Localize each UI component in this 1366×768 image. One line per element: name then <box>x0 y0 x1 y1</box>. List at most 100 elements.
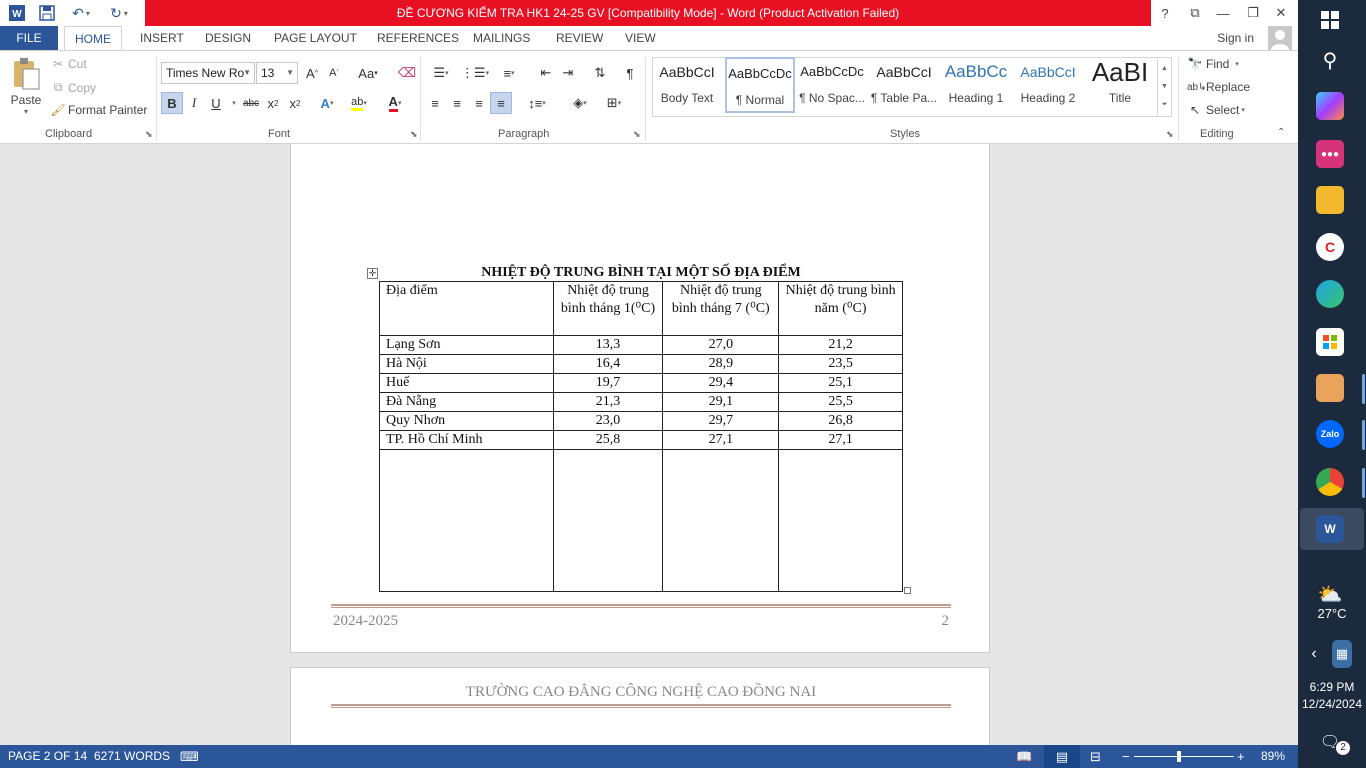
sign-in-link[interactable]: Sign in <box>1217 26 1254 50</box>
store-icon[interactable] <box>1316 328 1344 356</box>
search-icon[interactable]: ⚲ <box>1316 46 1344 74</box>
table-resize-handle[interactable] <box>904 587 911 594</box>
subscript-button[interactable]: x2 <box>262 92 284 114</box>
clipboard-launcher-icon[interactable]: ⬊ <box>145 129 153 140</box>
style-title[interactable]: AaBI Title <box>1085 59 1155 111</box>
table-cell[interactable]: Huế <box>379 373 554 393</box>
chrome-icon[interactable] <box>1316 468 1344 496</box>
strikethrough-button[interactable]: abc <box>240 92 262 114</box>
decrease-indent-icon[interactable]: ⇤ <box>535 62 557 84</box>
font-size-dropdown[interactable]: 13 ▼ <box>256 62 298 84</box>
table-cell[interactable]: 29,7 <box>662 411 780 431</box>
find-button[interactable]: 🔭 Find ▾ <box>1187 57 1239 71</box>
paste-button[interactable]: Paste ▾ <box>8 57 44 116</box>
style-heading-1[interactable]: AaBbCc Heading 1 <box>941 59 1011 111</box>
font-name-dropdown[interactable]: Times New Ro ▼ <box>161 62 255 84</box>
bullets-icon[interactable]: ☰ ▾ <box>426 62 456 84</box>
zoom-level[interactable]: 89% <box>1261 745 1285 768</box>
more-styles-icon[interactable]: ⏷ <box>1162 101 1168 109</box>
tab-view[interactable]: VIEW <box>625 26 656 50</box>
collapse-ribbon-icon[interactable]: ⌃ <box>1277 127 1285 138</box>
style-body-text[interactable]: AaBbCcI Body Text <box>652 59 722 111</box>
chevron-up-icon[interactable]: ▲ <box>1161 65 1168 72</box>
font-launcher-icon[interactable]: ⬊ <box>410 129 418 140</box>
table-cell[interactable]: 16,4 <box>552 354 664 374</box>
styles-launcher-icon[interactable]: ⬊ <box>1166 129 1174 140</box>
header-cell[interactable]: Nhiệt độ trung bình năm (⁰C) <box>778 281 903 336</box>
print-layout-icon[interactable]: ▤ <box>1044 745 1080 768</box>
table-cell-empty[interactable] <box>778 449 903 592</box>
line-spacing-icon[interactable]: ↕≡ ▾ <box>522 92 552 114</box>
chevron-down-icon[interactable]: ▼ <box>1161 83 1168 90</box>
table-cell[interactable]: 27,1 <box>662 430 780 450</box>
align-left-icon[interactable]: ≡ <box>424 92 446 114</box>
app-icon-people[interactable]: ●●● <box>1316 140 1344 168</box>
multilevel-list-icon[interactable]: ≡ ▾ <box>494 62 524 84</box>
clear-formatting-icon[interactable]: ⌫ <box>396 62 418 84</box>
style-heading-2[interactable]: AaBbCcI Heading 2 <box>1013 59 1083 111</box>
table-cell[interactable]: Hà Nội <box>379 354 554 374</box>
tab-home[interactable]: HOME <box>64 26 122 51</box>
show-hide-marks-icon[interactable]: ¶ <box>619 62 641 84</box>
table-cell[interactable]: 28,9 <box>662 354 780 374</box>
help-button[interactable]: ? <box>1150 0 1180 26</box>
zoom-slider-thumb[interactable] <box>1177 751 1181 762</box>
table-cell[interactable]: 21,2 <box>778 335 903 355</box>
borders-icon[interactable]: ⊞ ▾ <box>598 92 630 114</box>
page-count[interactable]: PAGE 2 OF 14 <box>8 745 87 768</box>
minimize-button[interactable]: — <box>1208 0 1238 26</box>
cut-button[interactable]: ✂ Cut <box>50 57 87 71</box>
document-page-next[interactable]: TRƯỜNG CAO ĐẲNG CÔNG NGHỆ CAO ĐỒNG NAI <box>290 667 990 745</box>
proofing-icon[interactable]: ⌨ <box>180 745 199 768</box>
tab-file[interactable]: FILE <box>0 26 58 50</box>
shrink-font-icon[interactable]: Aˇ <box>323 62 345 84</box>
word-count[interactable]: 6271 WORDS <box>94 745 170 768</box>
zoom-in-icon[interactable]: + <box>1237 745 1245 768</box>
table-cell[interactable]: 27,1 <box>778 430 903 450</box>
table-cell-empty[interactable] <box>379 449 554 592</box>
undo-icon[interactable]: ↶ ▾ <box>66 3 96 23</box>
tab-design[interactable]: DESIGN <box>205 26 251 50</box>
zoom-slider-track[interactable] <box>1134 756 1234 757</box>
copy-button[interactable]: ⧉ Copy <box>50 80 96 95</box>
align-center-icon[interactable]: ≡ <box>446 92 468 114</box>
style-no-spacing[interactable]: AaBbCcDc ¶ No Spac... <box>797 59 867 111</box>
tab-page-layout[interactable]: PAGE LAYOUT <box>274 26 357 50</box>
zalo-icon[interactable]: Zalo <box>1316 420 1344 448</box>
table-cell[interactable]: 27,0 <box>662 335 780 355</box>
web-layout-icon[interactable]: ⊟ <box>1090 745 1101 768</box>
redo-icon[interactable]: ↻ ▾ <box>104 3 134 23</box>
superscript-button[interactable]: x2 <box>284 92 306 114</box>
styles-scroll[interactable]: ▲ ▼ ⏷ <box>1157 59 1171 115</box>
table-cell[interactable]: Quy Nhơn <box>379 411 554 431</box>
bold-button[interactable]: B <box>161 92 183 114</box>
table-cell[interactable]: 19,7 <box>552 373 664 393</box>
table-cell[interactable]: 25,8 <box>552 430 664 450</box>
table-cell-empty[interactable] <box>552 449 664 592</box>
replace-button[interactable]: ab↳ Replace <box>1187 80 1250 94</box>
font-color-icon[interactable]: A ▾ <box>384 92 406 114</box>
table-cell[interactable]: 13,3 <box>552 335 664 355</box>
tab-references[interactable]: REFERENCES <box>377 26 459 50</box>
tab-mailings[interactable]: MAILINGS <box>473 26 530 50</box>
shading-icon[interactable]: ◈ ▾ <box>564 92 596 114</box>
table-cell[interactable]: 29,4 <box>662 373 780 393</box>
document-area[interactable]: ✛ NHIỆT ĐỘ TRUNG BÌNH TẠI MỘT SỐ ĐỊA ĐIỂ… <box>0 144 1298 745</box>
header-cell[interactable]: Nhiệt độ trung bình tháng 1(⁰C) <box>552 281 664 336</box>
windows-start-icon[interactable] <box>1316 6 1344 34</box>
italic-button[interactable]: I <box>183 92 205 114</box>
word-taskbar-icon[interactable]: W <box>1316 515 1344 543</box>
chevron-left-icon[interactable]: ‹ <box>1306 640 1322 668</box>
table-cell[interactable]: Lạng Sơn <box>379 335 554 355</box>
header-cell[interactable]: Địa điểm <box>379 281 554 336</box>
increase-indent-icon[interactable]: ⇥ <box>557 62 579 84</box>
clock-time[interactable]: 6:29 PM <box>1298 680 1366 694</box>
style-table-paragraph[interactable]: AaBbCcI ¶ Table Pa... <box>869 59 939 111</box>
read-mode-icon[interactable]: 📖 <box>1016 745 1032 768</box>
table-cell[interactable]: 29,1 <box>662 392 780 412</box>
table-cell[interactable]: TP. Hồ Chí Minh <box>379 430 554 450</box>
table-cell[interactable]: 26,8 <box>778 411 903 431</box>
copilot-icon[interactable] <box>1316 92 1344 120</box>
tab-insert[interactable]: INSERT <box>140 26 184 50</box>
change-case-icon[interactable]: Aa ▾ <box>353 62 383 84</box>
